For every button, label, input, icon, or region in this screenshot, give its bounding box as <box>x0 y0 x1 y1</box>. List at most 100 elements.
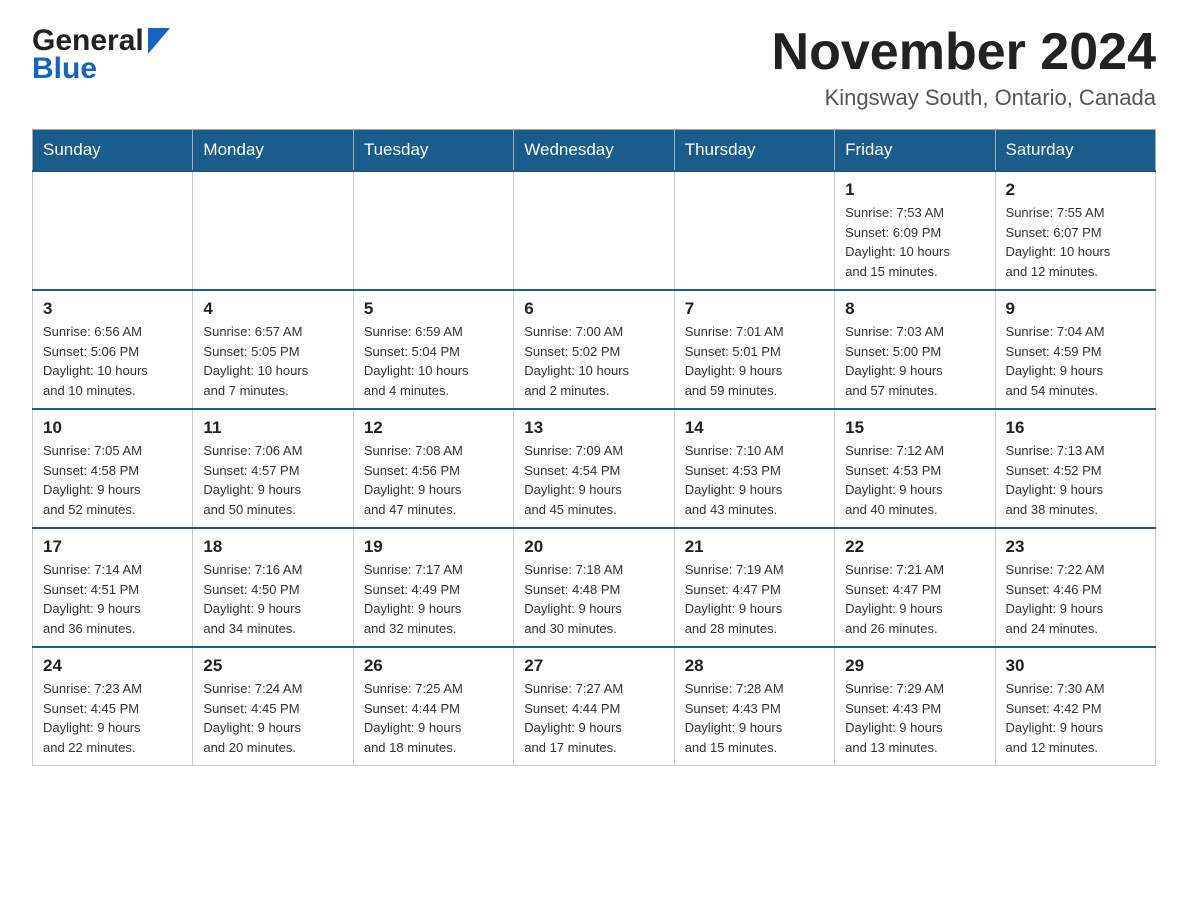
calendar-cell: 17Sunrise: 7:14 AM Sunset: 4:51 PM Dayli… <box>33 528 193 647</box>
calendar-cell: 6 Sunrise: 7:00 AM Sunset: 5:02 PM Daylig… <box>514 290 674 409</box>
day-number: 23 <box>1006 537 1145 557</box>
calendar-cell: 25 Sunrise: 7:24 AM Sunset: 4:45 PM Dayli… <box>193 647 353 766</box>
day-number: 9 <box>1006 299 1145 319</box>
weekday-header-friday: Friday <box>835 130 995 172</box>
day-number: 11 <box>203 418 342 438</box>
calendar-cell: 20 Sunrise: 7:18 AM Sunset: 4:48 PM Dayli… <box>514 528 674 647</box>
week-row-4: 17Sunrise: 7:14 AM Sunset: 4:51 PM Dayli… <box>33 528 1156 647</box>
week-row-5: 24 Sunrise: 7:23 AM Sunset: 4:45 PM Dayli… <box>33 647 1156 766</box>
day-info: Sunrise: 7:14 AM Sunset: 4:51 PM Dayligh… <box>43 560 182 638</box>
day-number: 18 <box>203 537 342 557</box>
day-info: Sunrise: 7:17 AM Sunset: 4:49 PM Dayligh… <box>364 560 503 638</box>
month-title: November 2024 <box>772 24 1156 81</box>
day-number: 26 <box>364 656 503 676</box>
day-info: Sunrise: 7:12 AM Sunset: 4:53 PM Dayligh… <box>845 441 984 519</box>
calendar-cell: 29Sunrise: 7:29 AM Sunset: 4:43 PM Dayli… <box>835 647 995 766</box>
title-area: November 2024 Kingsway South, Ontario, C… <box>772 24 1156 111</box>
calendar-cell: 28 Sunrise: 7:28 AM Sunset: 4:43 PM Dayli… <box>674 647 834 766</box>
day-number: 21 <box>685 537 824 557</box>
day-number: 3 <box>43 299 182 319</box>
header: General Blue November 2024 Kingsway Sout… <box>32 24 1156 111</box>
day-number: 20 <box>524 537 663 557</box>
day-info: Sunrise: 7:01 AM Sunset: 5:01 PM Dayligh… <box>685 322 824 400</box>
day-info: Sunrise: 7:05 AM Sunset: 4:58 PM Dayligh… <box>43 441 182 519</box>
weekday-header-saturday: Saturday <box>995 130 1155 172</box>
day-info: Sunrise: 7:04 AM Sunset: 4:59 PM Dayligh… <box>1006 322 1145 400</box>
calendar-cell: 21 Sunrise: 7:19 AM Sunset: 4:47 PM Dayli… <box>674 528 834 647</box>
day-info: Sunrise: 7:19 AM Sunset: 4:47 PM Dayligh… <box>685 560 824 638</box>
day-info: Sunrise: 7:24 AM Sunset: 4:45 PM Dayligh… <box>203 679 342 757</box>
day-number: 6 <box>524 299 663 319</box>
day-number: 24 <box>43 656 182 676</box>
day-info: Sunrise: 7:09 AM Sunset: 4:54 PM Dayligh… <box>524 441 663 519</box>
day-number: 4 <box>203 299 342 319</box>
day-number: 25 <box>203 656 342 676</box>
day-number: 10 <box>43 418 182 438</box>
day-info: Sunrise: 7:16 AM Sunset: 4:50 PM Dayligh… <box>203 560 342 638</box>
day-info: Sunrise: 7:08 AM Sunset: 4:56 PM Dayligh… <box>364 441 503 519</box>
day-number: 1 <box>845 180 984 200</box>
day-number: 13 <box>524 418 663 438</box>
calendar-cell: 30 Sunrise: 7:30 AM Sunset: 4:42 PM Dayli… <box>995 647 1155 766</box>
calendar-table: SundayMondayTuesdayWednesdayThursdayFrid… <box>32 129 1156 766</box>
day-info: Sunrise: 7:27 AM Sunset: 4:44 PM Dayligh… <box>524 679 663 757</box>
calendar-cell <box>674 171 834 290</box>
day-info: Sunrise: 7:28 AM Sunset: 4:43 PM Dayligh… <box>685 679 824 757</box>
calendar-cell <box>33 171 193 290</box>
calendar-cell: 12 Sunrise: 7:08 AM Sunset: 4:56 PM Dayli… <box>353 409 513 528</box>
calendar-cell: 18 Sunrise: 7:16 AM Sunset: 4:50 PM Dayli… <box>193 528 353 647</box>
day-number: 5 <box>364 299 503 319</box>
day-info: Sunrise: 6:56 AM Sunset: 5:06 PM Dayligh… <box>43 322 182 400</box>
calendar-cell: 14Sunrise: 7:10 AM Sunset: 4:53 PM Dayli… <box>674 409 834 528</box>
day-info: Sunrise: 7:18 AM Sunset: 4:48 PM Dayligh… <box>524 560 663 638</box>
day-number: 12 <box>364 418 503 438</box>
weekday-header-sunday: Sunday <box>33 130 193 172</box>
weekday-header-monday: Monday <box>193 130 353 172</box>
calendar-cell: 10 Sunrise: 7:05 AM Sunset: 4:58 PM Dayli… <box>33 409 193 528</box>
day-number: 28 <box>685 656 824 676</box>
calendar-cell: 1 Sunrise: 7:53 AM Sunset: 6:09 PM Daylig… <box>835 171 995 290</box>
calendar-cell: 3 Sunrise: 6:56 AM Sunset: 5:06 PM Daylig… <box>33 290 193 409</box>
day-info: Sunrise: 7:00 AM Sunset: 5:02 PM Dayligh… <box>524 322 663 400</box>
day-number: 7 <box>685 299 824 319</box>
day-info: Sunrise: 7:55 AM Sunset: 6:07 PM Dayligh… <box>1006 203 1145 281</box>
day-info: Sunrise: 6:59 AM Sunset: 5:04 PM Dayligh… <box>364 322 503 400</box>
day-number: 27 <box>524 656 663 676</box>
calendar-cell <box>193 171 353 290</box>
calendar-cell: 16 Sunrise: 7:13 AM Sunset: 4:52 PM Dayli… <box>995 409 1155 528</box>
logo-blue-text: Blue <box>32 52 97 86</box>
day-number: 16 <box>1006 418 1145 438</box>
day-number: 22 <box>845 537 984 557</box>
weekday-header-wednesday: Wednesday <box>514 130 674 172</box>
day-number: 2 <box>1006 180 1145 200</box>
day-info: Sunrise: 7:23 AM Sunset: 4:45 PM Dayligh… <box>43 679 182 757</box>
day-number: 19 <box>364 537 503 557</box>
calendar-cell: 9 Sunrise: 7:04 AM Sunset: 4:59 PM Daylig… <box>995 290 1155 409</box>
day-info: Sunrise: 7:13 AM Sunset: 4:52 PM Dayligh… <box>1006 441 1145 519</box>
calendar-cell <box>353 171 513 290</box>
location-title: Kingsway South, Ontario, Canada <box>772 85 1156 111</box>
day-info: Sunrise: 7:25 AM Sunset: 4:44 PM Dayligh… <box>364 679 503 757</box>
calendar-cell: 15Sunrise: 7:12 AM Sunset: 4:53 PM Dayli… <box>835 409 995 528</box>
weekday-header-thursday: Thursday <box>674 130 834 172</box>
calendar-cell: 23 Sunrise: 7:22 AM Sunset: 4:46 PM Dayli… <box>995 528 1155 647</box>
day-number: 8 <box>845 299 984 319</box>
calendar-cell: 8Sunrise: 7:03 AM Sunset: 5:00 PM Daylig… <box>835 290 995 409</box>
day-number: 30 <box>1006 656 1145 676</box>
calendar-cell: 4 Sunrise: 6:57 AM Sunset: 5:05 PM Daylig… <box>193 290 353 409</box>
calendar-cell: 27 Sunrise: 7:27 AM Sunset: 4:44 PM Dayli… <box>514 647 674 766</box>
logo-arrow-icon <box>146 28 170 54</box>
day-info: Sunrise: 7:30 AM Sunset: 4:42 PM Dayligh… <box>1006 679 1145 757</box>
day-info: Sunrise: 7:10 AM Sunset: 4:53 PM Dayligh… <box>685 441 824 519</box>
day-info: Sunrise: 7:53 AM Sunset: 6:09 PM Dayligh… <box>845 203 984 281</box>
day-info: Sunrise: 7:21 AM Sunset: 4:47 PM Dayligh… <box>845 560 984 638</box>
day-info: Sunrise: 7:22 AM Sunset: 4:46 PM Dayligh… <box>1006 560 1145 638</box>
calendar-cell: 2 Sunrise: 7:55 AM Sunset: 6:07 PM Daylig… <box>995 171 1155 290</box>
calendar-cell <box>514 171 674 290</box>
calendar-cell: 22 Sunrise: 7:21 AM Sunset: 4:47 PM Dayli… <box>835 528 995 647</box>
day-info: Sunrise: 6:57 AM Sunset: 5:05 PM Dayligh… <box>203 322 342 400</box>
calendar-cell: 11Sunrise: 7:06 AM Sunset: 4:57 PM Dayli… <box>193 409 353 528</box>
calendar-cell: 13 Sunrise: 7:09 AM Sunset: 4:54 PM Dayli… <box>514 409 674 528</box>
week-row-2: 3 Sunrise: 6:56 AM Sunset: 5:06 PM Daylig… <box>33 290 1156 409</box>
calendar-cell: 24 Sunrise: 7:23 AM Sunset: 4:45 PM Dayli… <box>33 647 193 766</box>
